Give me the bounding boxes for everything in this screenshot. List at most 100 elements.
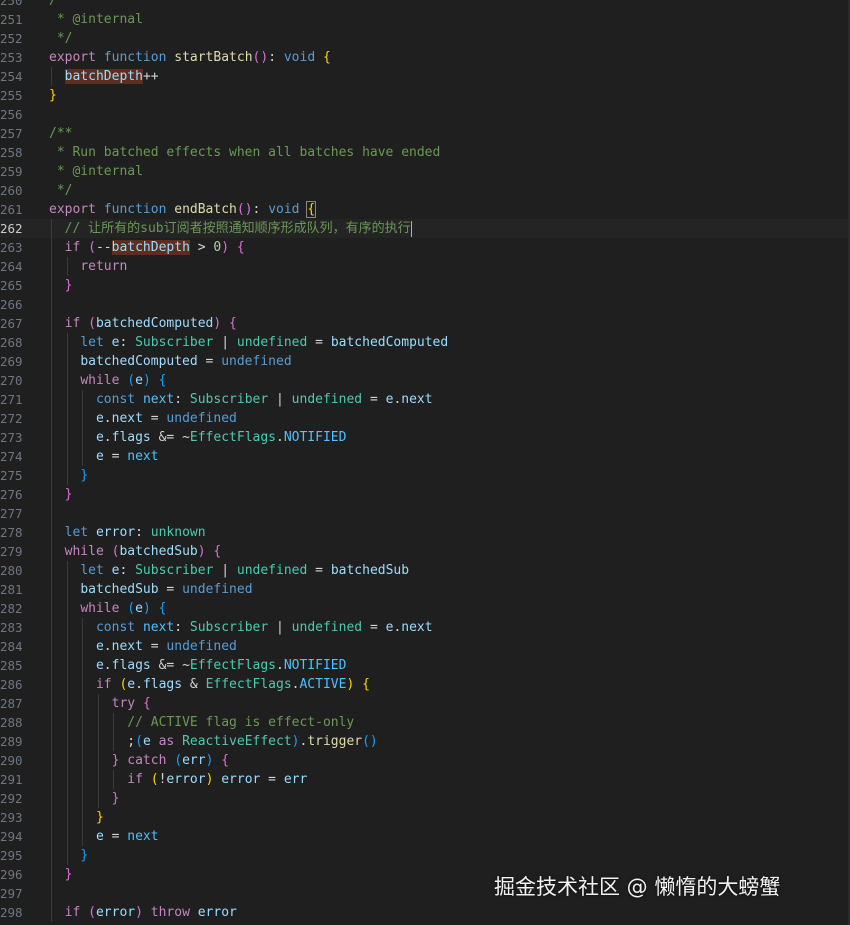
code-text: return [49, 257, 127, 276]
code-line[interactable]: 292 } [0, 789, 850, 808]
code-line[interactable]: 268 let e: Subscriber | undefined = batc… [0, 333, 850, 352]
code-line[interactable]: 283 const next: Subscriber | undefined =… [0, 618, 850, 637]
code-editor[interactable]: 250/** 251 * @internal 252 */253 export fun… [0, 0, 850, 925]
code-token: { [362, 677, 370, 692]
code-line[interactable]: 264 return [0, 257, 850, 276]
code-line[interactable]: 256 [0, 105, 850, 124]
code-line[interactable]: 266 [0, 295, 850, 314]
line-number: 284 [0, 639, 23, 654]
code-token: = [142, 639, 167, 654]
code-token: ( [88, 905, 96, 920]
code-line[interactable]: 265 } [0, 276, 850, 295]
code-token: } [80, 468, 89, 483]
code-token: ( [174, 753, 183, 768]
code-token: // 让所有的sub订阅者按照通知顺序形成队列，有序的执行 [64, 221, 411, 236]
editor-lines: 250/** 251 * @internal 252 */253 export fun… [0, 0, 850, 922]
code-token: { [236, 240, 245, 255]
code-line[interactable]: 285 e.flags &= ~EffectFlags.NOTIFIED [0, 656, 850, 675]
code-token: = [142, 411, 167, 426]
code-line[interactable]: 257 /** [0, 124, 850, 143]
code-line[interactable]: 287 try { [0, 694, 850, 713]
code-token: } [64, 867, 73, 882]
line-number: 298 [0, 905, 23, 920]
code-token: if [64, 316, 81, 331]
code-line[interactable]: 262 // 让所有的sub订阅者按照通知顺序形成队列，有序的执行 [0, 219, 850, 238]
code-text: let error: unknown [49, 523, 206, 542]
code-line[interactable]: 251 * @internal [0, 10, 850, 29]
code-line[interactable]: 288 // ACTIVE flag is effect-only [0, 713, 850, 732]
code-line[interactable]: 281 batchedSub = undefined [0, 580, 850, 599]
code-token: catch [127, 753, 167, 768]
code-token: Subscriber [189, 392, 269, 407]
code-line[interactable]: 261 export function endBatch(): void { [0, 200, 850, 219]
code-line[interactable]: 273 e.flags &= ~EffectFlags.NOTIFIED [0, 428, 850, 447]
code-line[interactable]: 252 */ [0, 29, 850, 48]
line-number: 250 [0, 0, 23, 8]
code-line[interactable]: 291 if (!error) error = err [0, 770, 850, 789]
code-token: */ [49, 31, 73, 46]
code-line[interactable]: 284 e.next = undefined [0, 637, 850, 656]
code-line[interactable]: 294 e = next [0, 827, 850, 846]
code-token: if [64, 240, 81, 255]
code-text: */ [49, 181, 73, 200]
code-token: function [103, 50, 167, 65]
code-line[interactable]: 280 let e: Subscriber | undefined = batc… [0, 561, 850, 580]
code-token: = [260, 772, 284, 787]
line-number: 254 [0, 69, 23, 84]
code-token: next [127, 829, 159, 844]
code-line[interactable]: 277 [0, 504, 850, 523]
code-line[interactable]: 274 e = next [0, 447, 850, 466]
code-text: } catch (err) { [49, 751, 229, 770]
code-token: NOTIFIED [283, 430, 347, 445]
code-token: ( [135, 734, 143, 749]
code-token: = [103, 449, 128, 464]
code-line[interactable]: 293 } [0, 808, 850, 827]
code-token: while [80, 601, 120, 616]
line-number: 295 [0, 848, 23, 863]
code-token: next [142, 392, 175, 407]
code-line[interactable]: 270 while (e) { [0, 371, 850, 390]
code-line[interactable]: 259 * @internal [0, 162, 850, 181]
code-line[interactable]: 295 } [0, 846, 850, 865]
code-line[interactable]: 253 export function startBatch(): void { [0, 48, 850, 67]
code-line[interactable]: 276 } [0, 485, 850, 504]
code-token: undefined [166, 411, 237, 426]
line-number: 258 [0, 145, 23, 160]
code-line[interactable]: 271 const next: Subscriber | undefined =… [0, 390, 850, 409]
code-token: next [111, 411, 143, 426]
code-line[interactable]: 255} [0, 86, 850, 105]
code-line[interactable]: 279 while (batchedSub) { [0, 542, 850, 561]
code-line[interactable]: 258 * Run batched effects when all batch… [0, 143, 850, 162]
code-line[interactable]: 286 if (e.flags & EffectFlags.ACTIVE) { [0, 675, 850, 694]
code-token: batchedSub [119, 544, 198, 559]
code-token: undefined [236, 563, 308, 578]
code-token: if [64, 905, 81, 920]
code-line[interactable]: 269 batchedComputed = undefined [0, 352, 850, 371]
line-number: 287 [0, 696, 23, 711]
code-line[interactable]: 267 if (batchedComputed) { [0, 314, 850, 333]
line-number: 257 [0, 126, 23, 141]
code-line[interactable]: 272 e.next = undefined [0, 409, 850, 428]
line-number: 272 [0, 411, 23, 426]
code-token: e [95, 658, 104, 673]
code-line[interactable]: 254 batchDepth++ [0, 67, 850, 86]
code-line[interactable]: 263 if (--batchDepth > 0) { [0, 238, 850, 257]
code-line[interactable]: 289 ;(e as ReactiveEffect).trigger() [0, 732, 850, 751]
code-line[interactable]: 250 /** [0, 0, 850, 10]
code-token: ( [88, 240, 96, 255]
code-line[interactable]: 290 } catch (err) { [0, 751, 850, 770]
code-line[interactable]: 275 } [0, 466, 850, 485]
code-line[interactable]: 278 let error: unknown [0, 523, 850, 542]
code-line[interactable]: 298 if (error) throw error [0, 903, 850, 922]
line-number: 285 [0, 658, 23, 673]
line-number: 274 [0, 449, 23, 464]
code-token: } [64, 487, 73, 502]
code-line[interactable]: 260 */ [0, 181, 850, 200]
code-line[interactable]: 282 while (e) { [0, 599, 850, 618]
